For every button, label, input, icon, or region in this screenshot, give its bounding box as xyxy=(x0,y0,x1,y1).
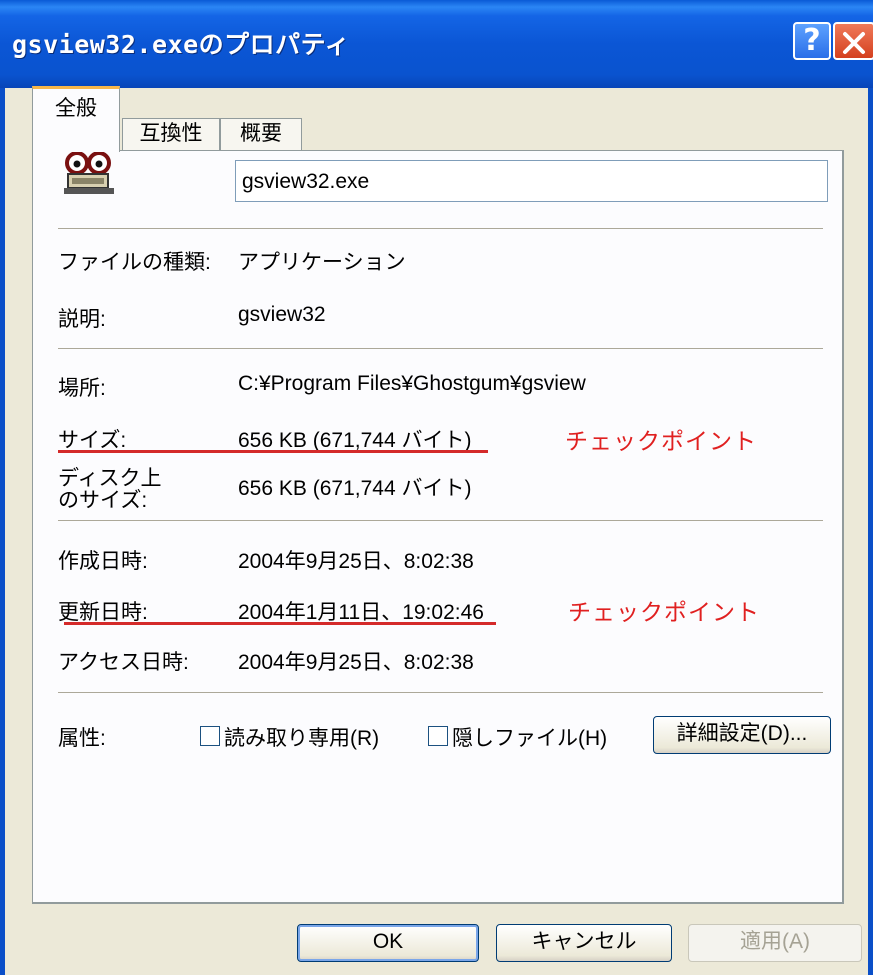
size-on-disk-value: 656 KB (671,744 バイト) xyxy=(238,477,472,500)
size-on-disk-label-line1: ディスク上 xyxy=(58,467,162,490)
window-title: gsview32.exeのプロパティ xyxy=(12,30,351,59)
file-type-label: ファイルの種類: xyxy=(58,251,211,274)
readonly-checkbox[interactable] xyxy=(200,726,220,746)
tab-summary[interactable]: 概要 xyxy=(220,118,302,150)
size-on-disk-label: ディスク上 のサイズ: xyxy=(58,468,162,512)
separator xyxy=(58,692,823,693)
location-label: 場所: xyxy=(58,377,106,400)
title-bar[interactable]: gsview32.exeのプロパティ ? xyxy=(0,0,873,88)
created-label: 作成日時: xyxy=(58,550,148,573)
modified-highlight-underline xyxy=(64,622,496,625)
ok-button[interactable]: OK xyxy=(297,924,479,962)
description-label: 説明: xyxy=(58,308,106,331)
close-icon xyxy=(843,32,865,54)
close-button[interactable] xyxy=(833,22,873,60)
advanced-button[interactable]: 詳細設定(D)... xyxy=(653,716,831,754)
location-value: C:¥Program Files¥Ghostgum¥gsview xyxy=(238,372,586,395)
size-highlight-underline xyxy=(58,450,488,453)
checkpoint-annotation-size: チェックポイント xyxy=(565,428,757,454)
file-type-value: アプリケーション xyxy=(238,251,406,274)
separator xyxy=(58,520,823,521)
window-border-right xyxy=(868,88,873,975)
description-value: gsview32 xyxy=(238,303,326,326)
tab-general[interactable]: 全般 xyxy=(32,86,120,152)
ghostscript-app-icon xyxy=(64,151,114,194)
window-border-left xyxy=(0,88,5,975)
properties-window: gsview32.exeのプロパティ ? 全般 互換性 概要 gsview32.… xyxy=(0,0,873,975)
apply-button[interactable]: 適用(A) xyxy=(688,924,862,962)
created-value: 2004年9月25日、8:02:38 xyxy=(238,550,474,573)
size-on-disk-label-line2: のサイズ: xyxy=(58,489,148,512)
accessed-value: 2004年9月25日、8:02:38 xyxy=(238,651,474,674)
file-name-input[interactable]: gsview32.exe xyxy=(235,160,828,202)
hidden-checkbox[interactable] xyxy=(428,726,448,746)
accessed-label: アクセス日時: xyxy=(58,651,189,674)
separator xyxy=(58,228,823,229)
cancel-button[interactable]: キャンセル xyxy=(496,924,672,962)
tab-compatibility[interactable]: 互換性 xyxy=(122,118,220,150)
readonly-checkbox-label[interactable]: 読み取り専用(R) xyxy=(224,722,379,752)
help-button[interactable]: ? xyxy=(793,22,831,60)
hidden-checkbox-label[interactable]: 隠しファイル(H) xyxy=(452,722,607,752)
checkpoint-annotation-modified: チェックポイント xyxy=(568,599,760,625)
separator xyxy=(58,348,823,349)
attributes-label: 属性: xyxy=(58,727,106,750)
